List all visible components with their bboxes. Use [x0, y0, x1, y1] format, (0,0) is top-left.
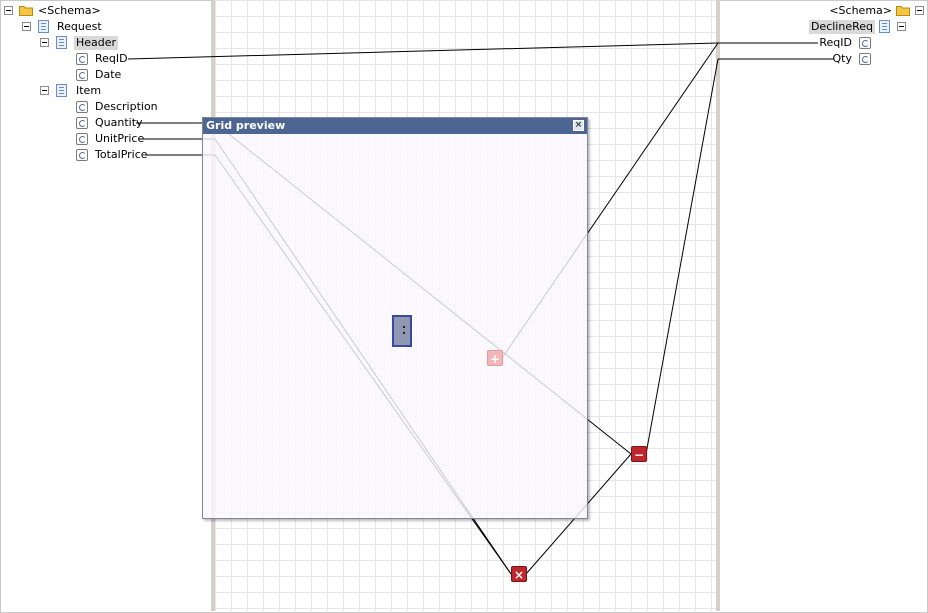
field-element-icon	[76, 149, 88, 161]
source-node-description[interactable]: Description	[95, 100, 158, 114]
record-doc-icon	[38, 20, 49, 33]
field-element-icon	[859, 37, 871, 49]
field-element-icon	[76, 101, 88, 113]
source-node-unitprice[interactable]: UnitPrice	[95, 132, 144, 146]
record-doc-icon	[56, 84, 67, 97]
destination-schema-root[interactable]: <Schema>	[829, 4, 892, 18]
link-subtract-qty[interactable]	[645, 58, 719, 455]
record-doc-icon	[879, 20, 890, 33]
field-element-icon	[76, 69, 88, 81]
collapse-minus-icon[interactable]	[22, 22, 31, 31]
field-element-icon	[76, 133, 88, 145]
source-node-request[interactable]: Request	[57, 20, 102, 34]
source-node-date[interactable]: Date	[95, 68, 121, 82]
collapse-minus-icon[interactable]	[40, 86, 49, 95]
subtract-functoid[interactable]: −	[631, 446, 647, 462]
source-schema-root[interactable]: <Schema>	[38, 4, 101, 18]
add-functoid[interactable]: +	[487, 350, 503, 366]
link-reqid[interactable]	[127, 42, 719, 60]
grid-preview-window[interactable]: Grid preview ×	[202, 117, 588, 519]
destination-node-qty[interactable]: Qty	[833, 52, 852, 66]
source-node-item[interactable]: Item	[76, 84, 101, 98]
field-element-icon	[859, 53, 871, 65]
folder-icon	[896, 6, 910, 16]
source-node-totalprice[interactable]: TotalPrice	[95, 148, 148, 162]
source-node-header[interactable]: Header	[74, 36, 119, 50]
multiply-functoid-glyph: ×	[513, 568, 525, 582]
collapse-minus-icon[interactable]	[915, 6, 924, 15]
collapse-minus-icon[interactable]	[40, 38, 49, 47]
grid-preview-title: Grid preview	[206, 119, 286, 132]
close-icon: ×	[574, 120, 583, 130]
grid-preview-titlebar[interactable]: Grid preview ×	[203, 118, 587, 134]
folder-icon	[19, 6, 33, 16]
destination-node-reqid[interactable]: ReqID	[819, 36, 852, 50]
source-node-quantity[interactable]: Quantity	[95, 116, 143, 130]
collapse-minus-icon[interactable]	[897, 22, 906, 31]
field-element-icon	[76, 53, 88, 65]
add-functoid-glyph: +	[489, 352, 501, 366]
destination-node-declinereq[interactable]: DeclineReq	[808, 20, 875, 34]
subtract-functoid-glyph: −	[633, 448, 645, 462]
source-node-reqid[interactable]: ReqID	[95, 52, 128, 66]
field-element-icon	[76, 117, 88, 129]
grid-preview-close-button[interactable]: ×	[573, 120, 584, 131]
collapse-minus-icon[interactable]	[4, 6, 13, 15]
multiply-functoid[interactable]: ×	[511, 566, 527, 582]
grid-preview-viewport-handle[interactable]	[392, 315, 412, 347]
record-doc-icon	[56, 36, 67, 49]
